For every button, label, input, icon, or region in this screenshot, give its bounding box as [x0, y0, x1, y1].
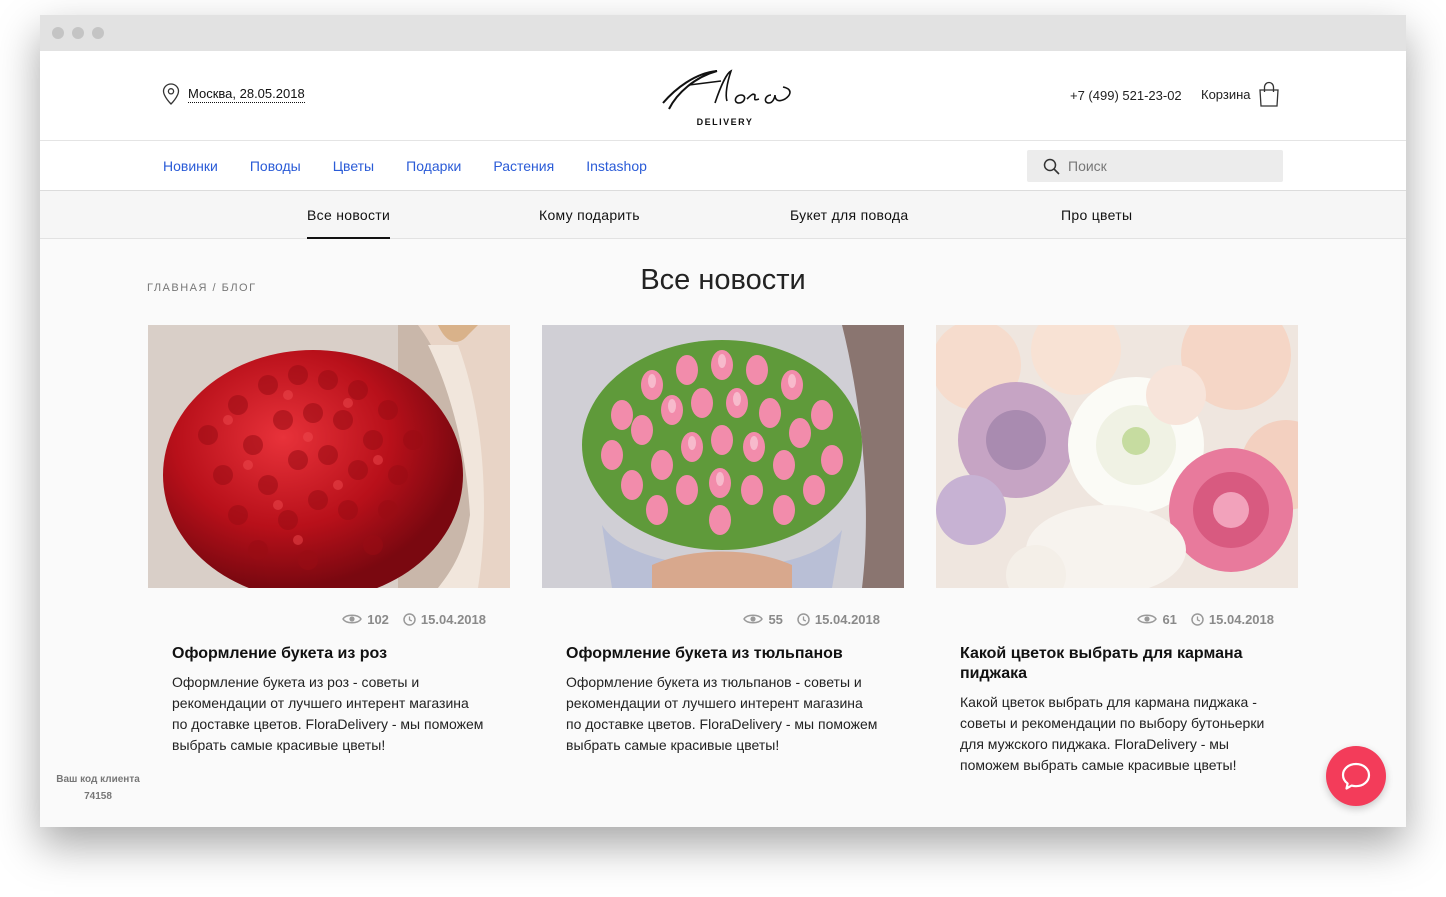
blog-card[interactable]: 102 15.04.2018 Оформление букета из роз … [148, 325, 510, 756]
window-titlebar [40, 15, 1406, 51]
date-value: 15.04.2018 [1208, 611, 1274, 627]
logo-script [662, 69, 791, 110]
views-value: 102 [367, 611, 389, 627]
views-value: 55 [768, 611, 783, 627]
location-selector[interactable]: Москва, 28.05.2018 [162, 83, 305, 105]
window-maximize-dot[interactable] [92, 27, 104, 39]
logo-subtitle: DELIVERY [696, 117, 754, 127]
card-meta: 61 15.04.2018 [936, 604, 1298, 634]
card-meta: 55 15.04.2018 [542, 604, 904, 634]
post-date: 15.04.2018 [1191, 612, 1274, 627]
window-minimize-dot[interactable] [72, 27, 84, 39]
clock-icon [1191, 612, 1204, 626]
eye-icon [743, 614, 764, 624]
views-count: 61 [1137, 611, 1177, 627]
cart-label: Корзина [1201, 86, 1251, 102]
card-title[interactable]: Какой цветок выбрать для кармана пиджака [960, 644, 1274, 684]
client-code-label: Ваш код клиента [56, 774, 140, 785]
blog-card[interactable]: 61 15.04.2018 Какой цветок выбрать для к… [936, 325, 1298, 776]
nav-link-tsvety[interactable]: Цветы [333, 158, 374, 174]
nav-links: Новинки Поводы Цветы Подарки Растения In… [163, 141, 647, 191]
tab-about-flowers[interactable]: Про цветы [1061, 191, 1132, 239]
eye-icon [1137, 614, 1158, 624]
search-input[interactable] [1068, 158, 1258, 174]
location-text[interactable]: Москва, 28.05.2018 [188, 86, 305, 103]
client-code-value: 74158 [84, 791, 112, 802]
card-title[interactable]: Оформление букета из роз [172, 644, 486, 664]
main-navigation: Новинки Поводы Цветы Подарки Растения In… [40, 141, 1406, 191]
blog-categories: Все новости Кому подарить Букет для пово… [40, 191, 1406, 239]
nav-link-novinki[interactable]: Новинки [163, 158, 218, 174]
blog-card[interactable]: 55 15.04.2018 Оформление букета из тюльп… [542, 325, 904, 756]
window-close-dot[interactable] [52, 27, 64, 39]
tab-whom-to-gift[interactable]: Кому подарить [539, 191, 640, 239]
tab-bouquet-occasion[interactable]: Букет для повода [790, 191, 908, 239]
card-image-roses[interactable] [148, 325, 510, 588]
card-title[interactable]: Оформление букета из тюльпанов [566, 644, 880, 664]
nav-link-povody[interactable]: Поводы [250, 158, 301, 174]
post-date: 15.04.2018 [797, 612, 880, 627]
search-box[interactable] [1027, 150, 1283, 182]
magnifier-icon [1043, 158, 1060, 175]
chat-button[interactable] [1326, 746, 1386, 806]
card-excerpt: Оформление букета из тюльпанов - советы … [566, 674, 878, 753]
browser-window: Москва, 28.05.2018 DELIVERY +7 (499) 521… [40, 15, 1406, 827]
card-meta: 102 15.04.2018 [148, 604, 510, 634]
page-title: Все новости [640, 264, 806, 296]
site-logo[interactable]: DELIVERY [655, 59, 795, 133]
chat-bubble-icon [1341, 762, 1371, 790]
card-image-boutonniere-flowers[interactable] [936, 325, 1298, 588]
shopping-bag-icon [1258, 81, 1279, 107]
views-count: 102 [342, 612, 389, 627]
date-value: 15.04.2018 [814, 611, 880, 627]
date-value: 15.04.2018 [420, 611, 486, 627]
post-date: 15.04.2018 [403, 612, 486, 627]
client-code: Ваш код клиента 74158 [40, 771, 156, 805]
nav-link-instashop[interactable]: Instashop [586, 158, 647, 174]
clock-icon [403, 612, 416, 626]
card-excerpt: Какой цветок выбрать для кармана пиджака… [960, 694, 1265, 773]
cart-button[interactable]: Корзина [1201, 81, 1281, 107]
card-excerpt: Оформление букета из роз - советы и реко… [172, 674, 484, 753]
tab-all-news[interactable]: Все новости [307, 191, 391, 239]
nav-link-podarki[interactable]: Подарки [406, 158, 461, 174]
site-header: Москва, 28.05.2018 DELIVERY +7 (499) 521… [40, 51, 1406, 141]
card-image-tulips[interactable] [542, 325, 904, 588]
nav-link-rasteniya[interactable]: Растения [493, 158, 554, 174]
blog-content: ГЛАВНАЯ / БЛОГ Все новости 102 15.04.201… [40, 239, 1406, 827]
clock-icon [797, 612, 810, 626]
phone-number[interactable]: +7 (499) 521-23-02 [1070, 88, 1182, 103]
eye-icon [342, 614, 363, 624]
views-count: 55 [743, 611, 783, 627]
map-pin-icon [162, 83, 180, 105]
views-value: 61 [1162, 611, 1177, 627]
